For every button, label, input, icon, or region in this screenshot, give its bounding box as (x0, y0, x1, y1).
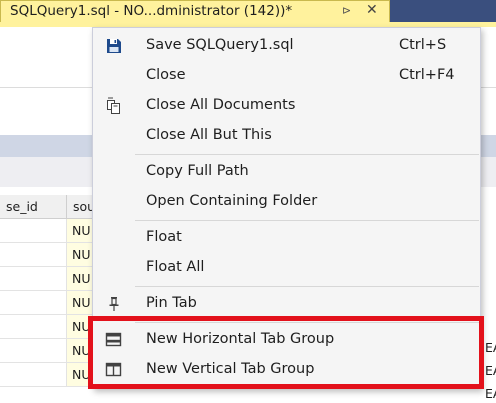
document-tab-title: SQLQuery1.sql - NO...dministrator (142))… (10, 3, 293, 19)
menu-separator (135, 286, 479, 287)
menu-item-label: Close All Documents (146, 97, 296, 113)
close-icon[interactable]: ✕ (366, 2, 378, 18)
menu-item-label: Float All (146, 259, 205, 275)
menu-item-shortcut: Ctrl+F4 (399, 67, 455, 83)
menu-item-shortcut: Ctrl+S (399, 37, 447, 53)
menu-item-float[interactable]: Float (93, 223, 480, 253)
grid-cell[interactable] (0, 339, 67, 363)
pin-icon[interactable]: ⊳ (342, 4, 351, 17)
document-tab-strip: SQLQuery1.sql - NO...dministrator (142))… (0, 0, 496, 22)
close-all-documents-icon (105, 97, 123, 115)
menu-item-save[interactable]: Save SQLQuery1.sql Ctrl+S (93, 31, 480, 61)
pin-icon (105, 295, 123, 313)
grid-cell[interactable] (0, 315, 67, 339)
menu-item-float-all[interactable]: Float All (93, 253, 480, 283)
column-header[interactable]: se_id (0, 195, 67, 219)
menu-item-open-containing-folder[interactable]: Open Containing Folder (93, 187, 480, 217)
highlight-annotation-box (88, 316, 484, 389)
menu-item-label: Close All But This (146, 127, 272, 143)
menu-item-label: Save SQLQuery1.sql (146, 37, 294, 53)
menu-item-pin-tab[interactable]: Pin Tab (93, 289, 480, 319)
menu-item-label: Open Containing Folder (146, 193, 318, 209)
save-icon (105, 37, 123, 55)
menu-item-close[interactable]: Close Ctrl+F4 (93, 61, 480, 91)
grid-cell[interactable] (0, 363, 67, 387)
grid-cell[interactable] (0, 267, 67, 291)
menu-item-label: Copy Full Path (146, 163, 249, 179)
grid-cell[interactable] (0, 291, 67, 315)
menu-item-copy-full-path[interactable]: Copy Full Path (93, 157, 480, 187)
menu-item-label: Close (146, 67, 186, 83)
menu-separator (135, 154, 479, 155)
menu-item-close-all-but-this[interactable]: Close All But This (93, 121, 480, 151)
document-tab-sqlquery1[interactable]: SQLQuery1.sql - NO...dministrator (142))… (0, 0, 390, 22)
grid-cell[interactable] (0, 219, 67, 243)
grid-cell[interactable] (0, 243, 67, 267)
menu-item-label: Float (146, 229, 182, 245)
menu-separator (135, 220, 479, 221)
menu-item-close-all-documents[interactable]: Close All Documents (93, 91, 480, 121)
menu-item-label: Pin Tab (146, 295, 197, 311)
